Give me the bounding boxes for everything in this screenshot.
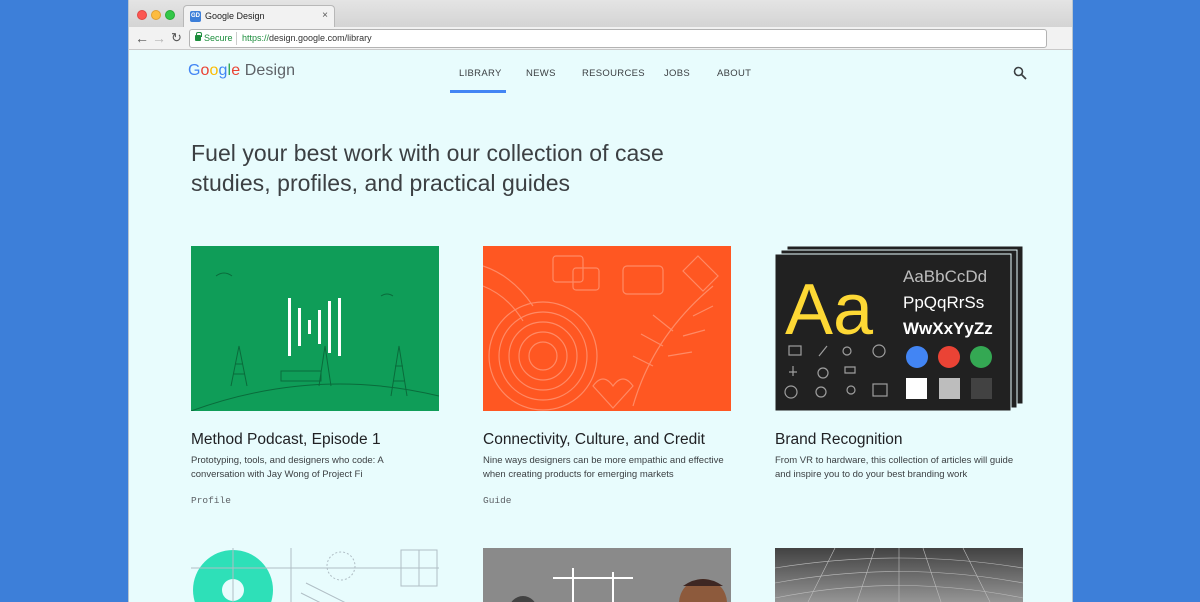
- logo-letter: o: [209, 62, 219, 79]
- address-bar[interactable]: Secure https://design.google.com/library: [189, 29, 1047, 48]
- type-specimen-art: Aa AaBbCcDd PpQqRrSs WwXxYyZz: [775, 246, 1023, 411]
- article-card[interactable]: Aa AaBbCcDd PpQqRrSs WwXxYyZz Brand Reco…: [775, 246, 1023, 482]
- type-sample-row2: PpQqRrSs: [903, 293, 984, 312]
- headline-line-1: Fuel your best work with our collection …: [191, 140, 664, 166]
- card-tag: Guide: [483, 495, 512, 506]
- tab-close-icon[interactable]: ×: [322, 10, 328, 21]
- card-tag: Profile: [191, 495, 231, 506]
- connectivity-illustration[interactable]: [483, 246, 731, 411]
- article-card-partial[interactable]: [775, 548, 1023, 602]
- headline-line-2: studies, profiles, and practical guides: [191, 170, 571, 196]
- logo-letter: G: [188, 62, 201, 79]
- type-sample-big: Aa: [785, 270, 874, 350]
- browser-window: GD Google Design × ← → ↻ Secure https://…: [128, 0, 1073, 602]
- connectivity-art-icon: [483, 255, 719, 411]
- reload-icon[interactable]: ↻: [171, 30, 182, 46]
- url-text: https://design.google.com/library: [242, 33, 372, 43]
- card-title[interactable]: Brand Recognition: [775, 430, 1023, 450]
- active-nav-indicator: [450, 90, 506, 93]
- page-headline: Fuel your best work with our collection …: [191, 138, 751, 198]
- tab-title: Google Design: [205, 11, 265, 21]
- browser-toolbar: ← → ↻ Secure https://design.google.com/l…: [129, 27, 1072, 50]
- geometric-illustration: [191, 548, 439, 602]
- google-design-logo[interactable]: Google Design: [188, 62, 295, 80]
- lock-icon: [195, 32, 202, 41]
- article-card[interactable]: Method Podcast, Episode 1 Prototyping, t…: [191, 246, 439, 506]
- card-description: Nine ways designers can be more empathic…: [483, 455, 724, 480]
- type-sample-row1: AaBbCcDd: [903, 267, 987, 286]
- nav-library[interactable]: LIBRARY: [459, 68, 502, 79]
- url-scheme: https://: [242, 33, 270, 43]
- nav-about[interactable]: ABOUT: [717, 68, 751, 79]
- minimize-window-button[interactable]: [151, 10, 161, 20]
- article-card-partial[interactable]: [191, 548, 439, 602]
- article-card[interactable]: Connectivity, Culture, and Credit Nine w…: [483, 246, 731, 506]
- site-header: Google Design LIBRARY NEWS RESOURCES JOB…: [129, 50, 1072, 96]
- url-divider: [236, 32, 237, 45]
- title-bar: GD Google Design ×: [129, 0, 1072, 27]
- architecture-illustration: [775, 548, 1023, 602]
- mobile-illustration: [511, 568, 727, 602]
- close-window-button[interactable]: [137, 10, 147, 20]
- nav-resources[interactable]: RESOURCES: [582, 68, 645, 79]
- podcast-illustration[interactable]: [191, 246, 439, 411]
- nav-news[interactable]: NEWS: [526, 68, 556, 79]
- brand-recognition-illustration[interactable]: Aa AaBbCcDd PpQqRrSs WwXxYyZz: [775, 246, 1023, 411]
- browser-tab[interactable]: GD Google Design ×: [183, 5, 335, 27]
- url-path: design.google.com/library: [269, 33, 372, 43]
- secure-label: Secure: [204, 33, 233, 43]
- logo-letter: o: [200, 62, 210, 79]
- logo-letter: e: [231, 62, 241, 79]
- podcast-art-icon: [191, 272, 439, 411]
- logo-design-word: Design: [240, 62, 296, 79]
- logo-letter: g: [218, 62, 228, 79]
- card-description: From VR to hardware, this collection of …: [775, 455, 1014, 480]
- card-title[interactable]: Connectivity, Culture, and Credit: [483, 430, 731, 450]
- type-sample-row3: WwXxYyZz: [903, 319, 993, 338]
- card-description: Prototyping, tools, and designers who co…: [191, 455, 384, 480]
- card-title[interactable]: Method Podcast, Episode 1: [191, 430, 439, 450]
- search-icon[interactable]: [1013, 66, 1027, 80]
- maximize-window-button[interactable]: [165, 10, 175, 20]
- favicon-icon: GD: [190, 11, 201, 22]
- article-card-partial[interactable]: [483, 548, 731, 602]
- back-arrow-icon[interactable]: ←: [135, 30, 149, 46]
- nav-jobs[interactable]: JOBS: [664, 68, 690, 79]
- forward-arrow-icon[interactable]: →: [152, 30, 166, 46]
